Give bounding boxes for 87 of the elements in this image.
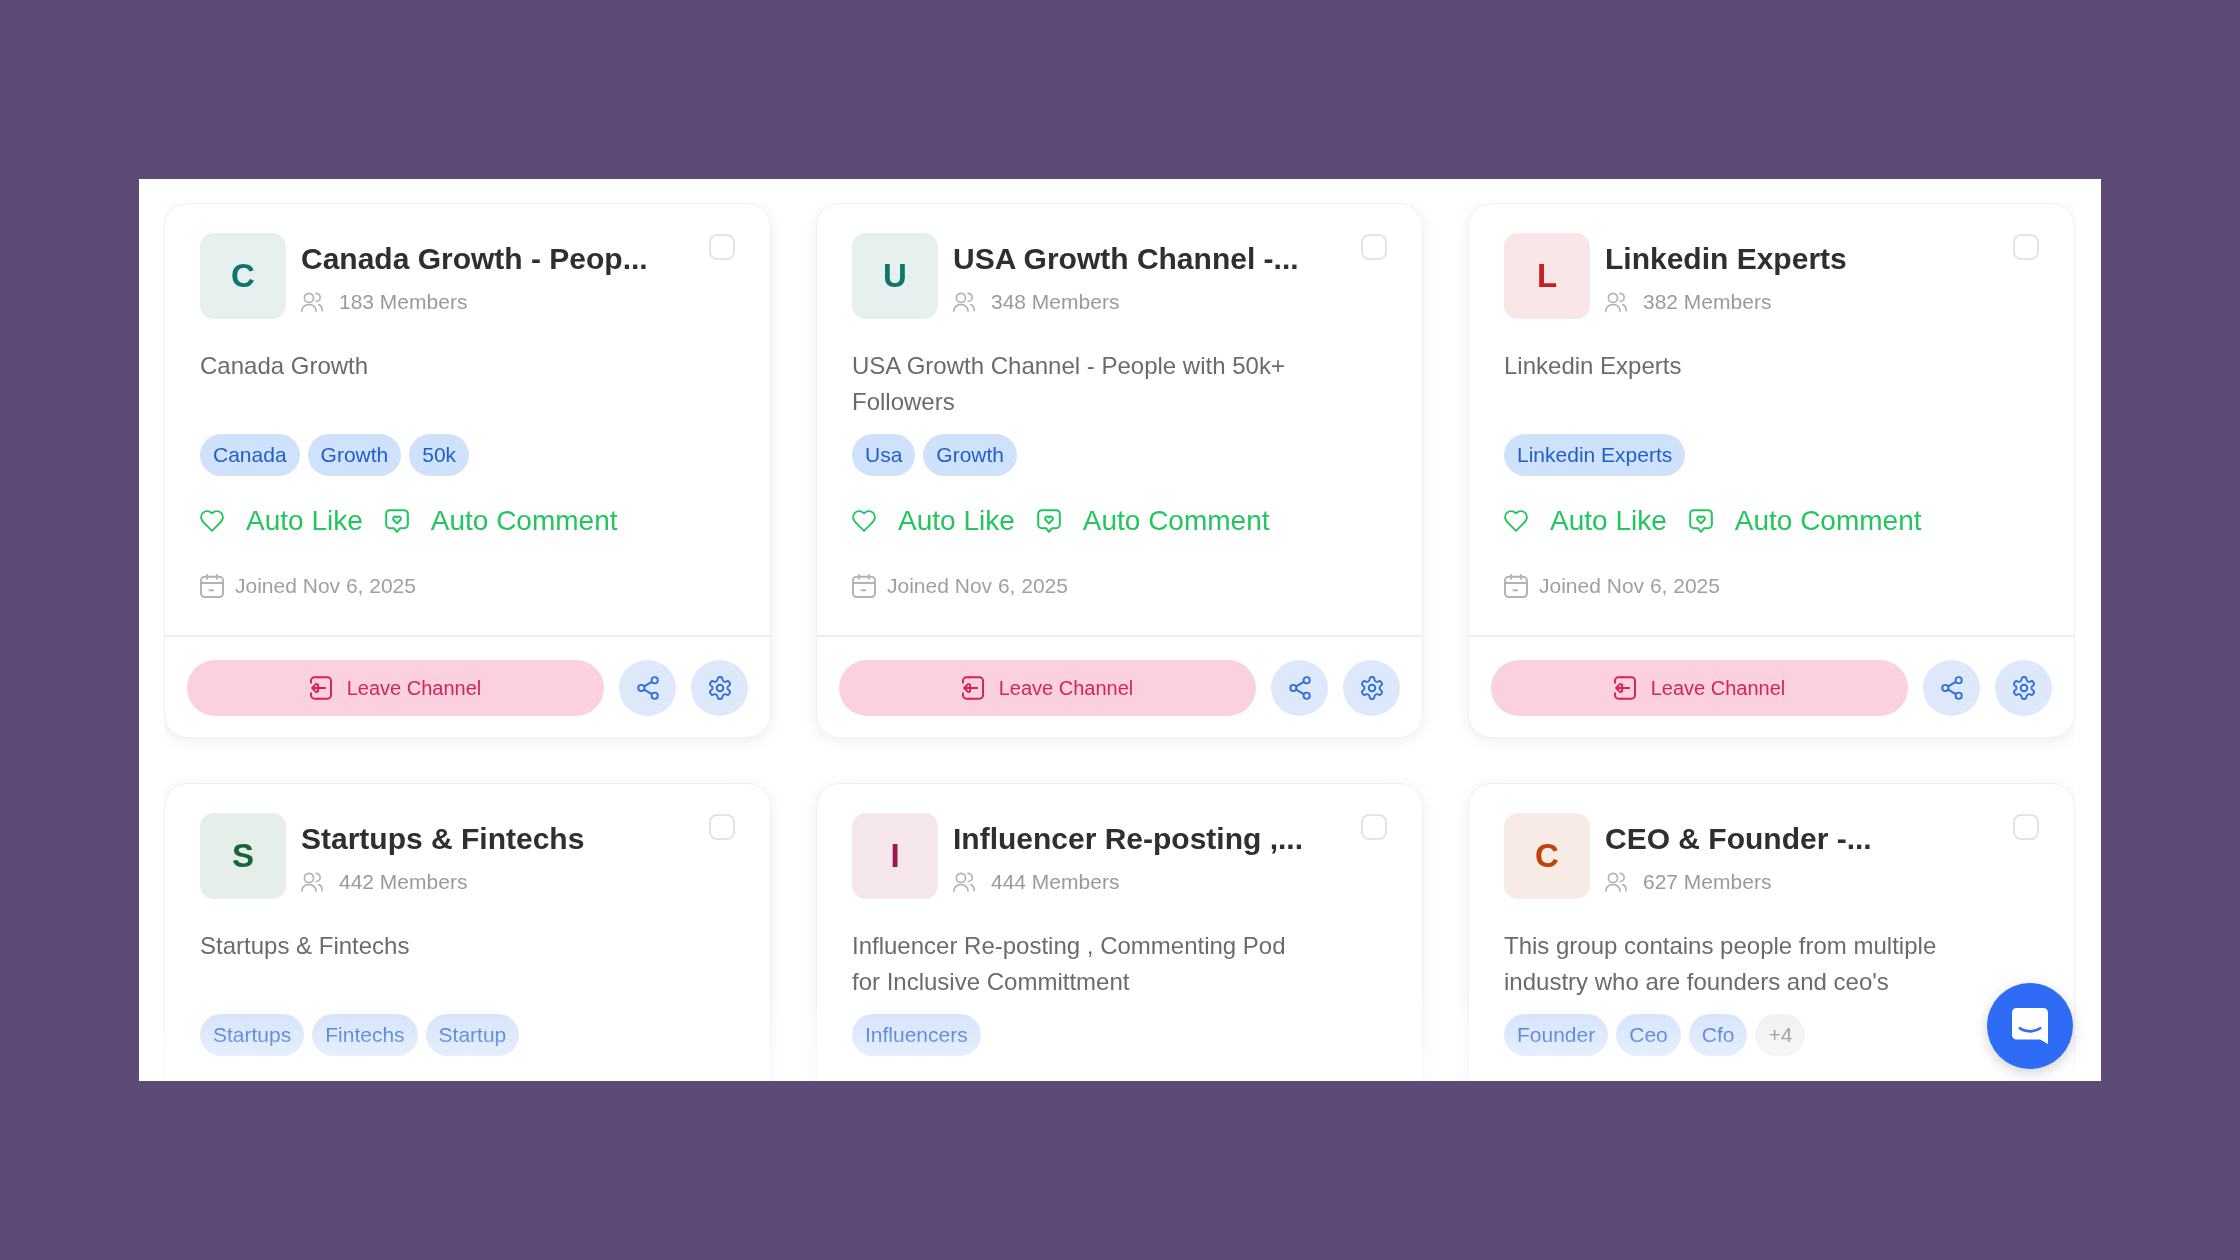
initial-avatar: L [1504,233,1590,319]
calendar-icon [852,574,876,598]
member-count: 382 Members [1643,289,1772,315]
initial-avatar: I [852,813,938,899]
tag: Growth [307,434,402,476]
share-icon [636,676,659,700]
select-checkbox[interactable] [709,234,735,260]
share-button[interactable] [1923,660,1980,716]
users-icon [301,292,323,312]
tag: Cfo [1688,1014,1748,1056]
exit-icon [961,676,984,700]
heart-message-icon [1036,509,1061,533]
tag: Founder [1504,1014,1609,1056]
select-checkbox[interactable] [2013,234,2039,260]
feature-label: Auto Like [246,504,363,538]
feature-label: Auto Comment [430,504,618,538]
joined-date: Joined Nov 6, 2025 [235,573,416,599]
leave-channel-button[interactable]: Leave Channel [1491,660,1908,716]
heart-icon [852,509,876,533]
select-checkbox[interactable] [1361,234,1387,260]
feature-label: Auto Comment [1082,504,1270,538]
share-icon [1940,676,1963,700]
member-count: 183 Members [339,289,468,315]
tag: Growth [923,434,1018,476]
channel-title: USA Growth Channel -... [953,241,1300,277]
initial-avatar: U [852,233,938,319]
initial-avatar: C [1504,813,1590,899]
select-checkbox[interactable] [2013,814,2039,840]
leave-channel-button[interactable]: Leave Channel [839,660,1256,716]
users-icon [953,292,975,312]
share-icon [1288,676,1311,700]
tag: Ceo [1616,1014,1681,1056]
settings-button[interactable] [1343,660,1400,716]
select-checkbox[interactable] [1361,814,1387,840]
tag: Fintechs [312,1014,418,1056]
initial-avatar: S [200,813,286,899]
feature-label: Auto Like [1550,504,1667,538]
channel-title: Canada Growth - Peop... [301,241,649,277]
heart-message-icon [384,509,409,533]
settings-icon [1360,676,1383,700]
users-icon [301,872,323,892]
channel-description: Canada Growth [200,351,370,381]
channel-description: Startups & Fintechs [200,931,411,961]
more-tags-chip: +4 [1755,1014,1806,1056]
exit-icon [309,676,332,700]
settings-button[interactable] [1995,660,2052,716]
channel-title: Influencer Re-posting ,... [953,821,1305,857]
leave-channel-button[interactable]: Leave Channel [187,660,604,716]
joined-date: Joined Nov 6, 2025 [887,573,1068,599]
member-count: 627 Members [1643,869,1772,895]
feature-label: Auto Comment [1734,504,1922,538]
tag: Canada [200,434,300,476]
member-count: 442 Members [339,869,468,895]
users-icon [1605,292,1627,312]
select-checkbox[interactable] [709,814,735,840]
users-icon [953,872,975,892]
exit-icon [1613,676,1636,700]
channel-title: Linkedin Experts [1605,241,1848,277]
channel-title: Startups & Fintechs [301,821,586,857]
heart-icon [200,509,224,533]
tag: 50k [409,434,470,476]
feature-label: Auto Like [898,504,1015,538]
heart-icon [1504,509,1528,533]
joined-date: Joined Nov 6, 2025 [1539,573,1720,599]
channel-description: Linkedin Experts [1504,351,1683,381]
tag: Usa [852,434,916,476]
tag: Startup [425,1014,520,1056]
chat-icon [2012,1008,2048,1044]
channel-description: USA Growth Channel - People with 50k+ Followers [852,351,1286,417]
tag: Startups [200,1014,305,1056]
settings-button[interactable] [691,660,748,716]
channel-title: CEO & Founder -... [1605,821,1873,857]
member-count: 444 Members [991,869,1120,895]
settings-icon [708,676,731,700]
member-count: 348 Members [991,289,1120,315]
users-icon [1605,872,1627,892]
tag: Linkedin Experts [1504,434,1686,476]
channel-description: This group contains people from multiple industry who are founders and ceo's [1504,931,1938,997]
heart-message-icon [1688,509,1713,533]
initial-avatar: C [200,233,286,319]
share-button[interactable] [619,660,676,716]
settings-icon [2012,676,2035,700]
calendar-icon [1504,574,1528,598]
channel-description: Influencer Re-posting , Commenting Pod for Inclusive Committment [852,931,1287,997]
tag: Influencers [852,1014,981,1056]
calendar-icon [200,574,224,598]
share-button[interactable] [1271,660,1328,716]
